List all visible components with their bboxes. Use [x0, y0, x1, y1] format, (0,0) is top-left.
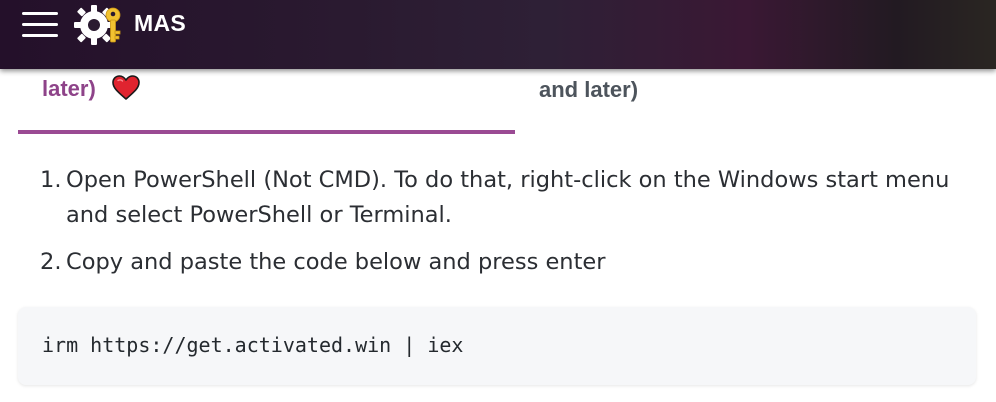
powershell-command[interactable]: irm https://get.activated.win | iex	[42, 333, 463, 357]
tab-bar: later) and later)	[18, 69, 996, 135]
step-text: Open PowerShell (Not CMD). To do that, r…	[66, 167, 950, 228]
menu-bar-bottom	[22, 34, 58, 37]
tab-label: and later)	[539, 77, 639, 102]
heart-icon	[112, 75, 140, 100]
code-block[interactable]: irm https://get.activated.win | iex	[18, 307, 976, 385]
app-title[interactable]: MAS	[134, 10, 186, 37]
instruction-steps-list: 1. Open PowerShell (Not CMD). To do that…	[40, 163, 970, 292]
list-item: 1. Open PowerShell (Not CMD). To do that…	[40, 163, 970, 233]
tab-active-later[interactable]: later)	[18, 69, 515, 135]
list-item: 2. Copy and paste the code below and pre…	[40, 245, 970, 280]
step-text: Copy and paste the code below and press …	[66, 249, 606, 275]
top-app-bar: MAS	[0, 0, 996, 69]
step-number: 1.	[40, 167, 62, 193]
menu-bar-middle	[22, 23, 58, 26]
gear-key-logo-icon[interactable]	[74, 1, 124, 49]
step-number: 2.	[40, 249, 62, 275]
active-tab-indicator	[18, 130, 515, 134]
tab-and-later[interactable]: and later)	[515, 69, 996, 135]
hamburger-menu-icon[interactable]	[22, 12, 58, 38]
menu-bar-top	[22, 12, 58, 15]
tab-label: later)	[42, 76, 96, 101]
